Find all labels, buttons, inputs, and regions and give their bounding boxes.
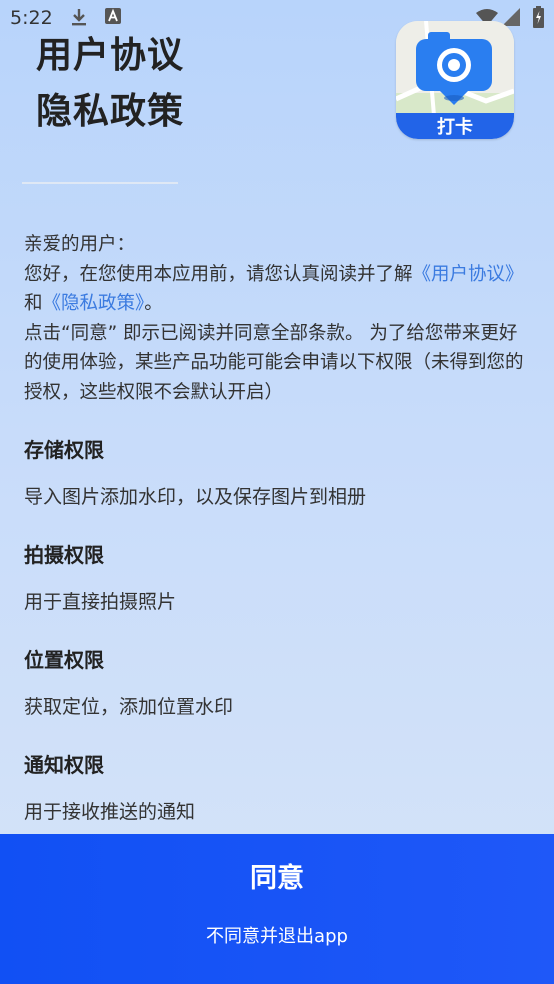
- intro-prefix: 您好，在您使用本应用前，请您认真阅读并了解: [24, 263, 413, 285]
- footer-bar: 同意 不同意并退出app: [0, 834, 554, 984]
- intro-paragraph-2: 点击“同意” 即示已阅读并同意全部条款。 为了给您带来更好的使用体验，某些产品功…: [24, 322, 524, 403]
- permission-title: 位置权限: [24, 648, 104, 672]
- user-agreement-link[interactable]: 《用户协议》: [413, 264, 524, 285]
- title-privacy-policy: 隐私政策: [36, 91, 185, 132]
- and-text: 和: [24, 293, 43, 314]
- permission-title: 拍摄权限: [24, 543, 104, 567]
- greeting: 亲爱的用户：: [24, 234, 136, 255]
- disagree-exit-button[interactable]: 不同意并退出app: [0, 922, 554, 948]
- intro-text: 亲爱的用户： 您好，在您使用本应用前，请您认真阅读并了解《用户协议》和《隐私政策…: [24, 230, 534, 407]
- permission-notification: 通知权限 用于接收推送的通知: [24, 750, 534, 827]
- keyboard-a-icon: [105, 7, 121, 29]
- permission-camera: 拍摄权限 用于直接拍摄照片: [24, 540, 534, 617]
- camera-map-icon: 打卡: [396, 21, 514, 139]
- battery-charging-icon: [533, 6, 544, 32]
- logo-badge-text: 打卡: [437, 116, 473, 138]
- intro-paragraph-1: 您好，在您使用本应用前，请您认真阅读并了解《用户协议》和《隐私政策》。: [24, 260, 534, 319]
- permission-storage: 存储权限 导入图片添加水印，以及保存图片到相册: [24, 435, 534, 512]
- permission-location: 位置权限 获取定位，添加位置水印: [24, 645, 534, 722]
- agree-button[interactable]: 同意: [0, 854, 554, 904]
- page-title: 用户协议 隐私政策: [36, 28, 184, 140]
- permission-desc: 导入图片添加水印，以及保存图片到相册: [24, 486, 367, 508]
- permission-desc: 用于直接拍摄照片: [24, 591, 177, 613]
- app-logo: 打卡: [396, 21, 514, 139]
- title-user-agreement: 用户协议: [36, 35, 185, 76]
- agreement-content: 亲爱的用户： 您好，在您使用本应用前，请您认真阅读并了解《用户协议》和《隐私政策…: [24, 230, 534, 827]
- privacy-policy-link[interactable]: 《隐私政策》: [43, 293, 145, 314]
- permission-title: 存储权限: [24, 438, 104, 462]
- permission-title: 通知权限: [24, 753, 104, 777]
- intro-suffix: 。: [144, 293, 163, 314]
- title-divider: [22, 182, 178, 184]
- permission-desc: 获取定位，添加位置水印: [24, 696, 234, 718]
- permission-desc: 用于接收推送的通知: [24, 801, 196, 823]
- status-time: 5:22: [10, 7, 53, 29]
